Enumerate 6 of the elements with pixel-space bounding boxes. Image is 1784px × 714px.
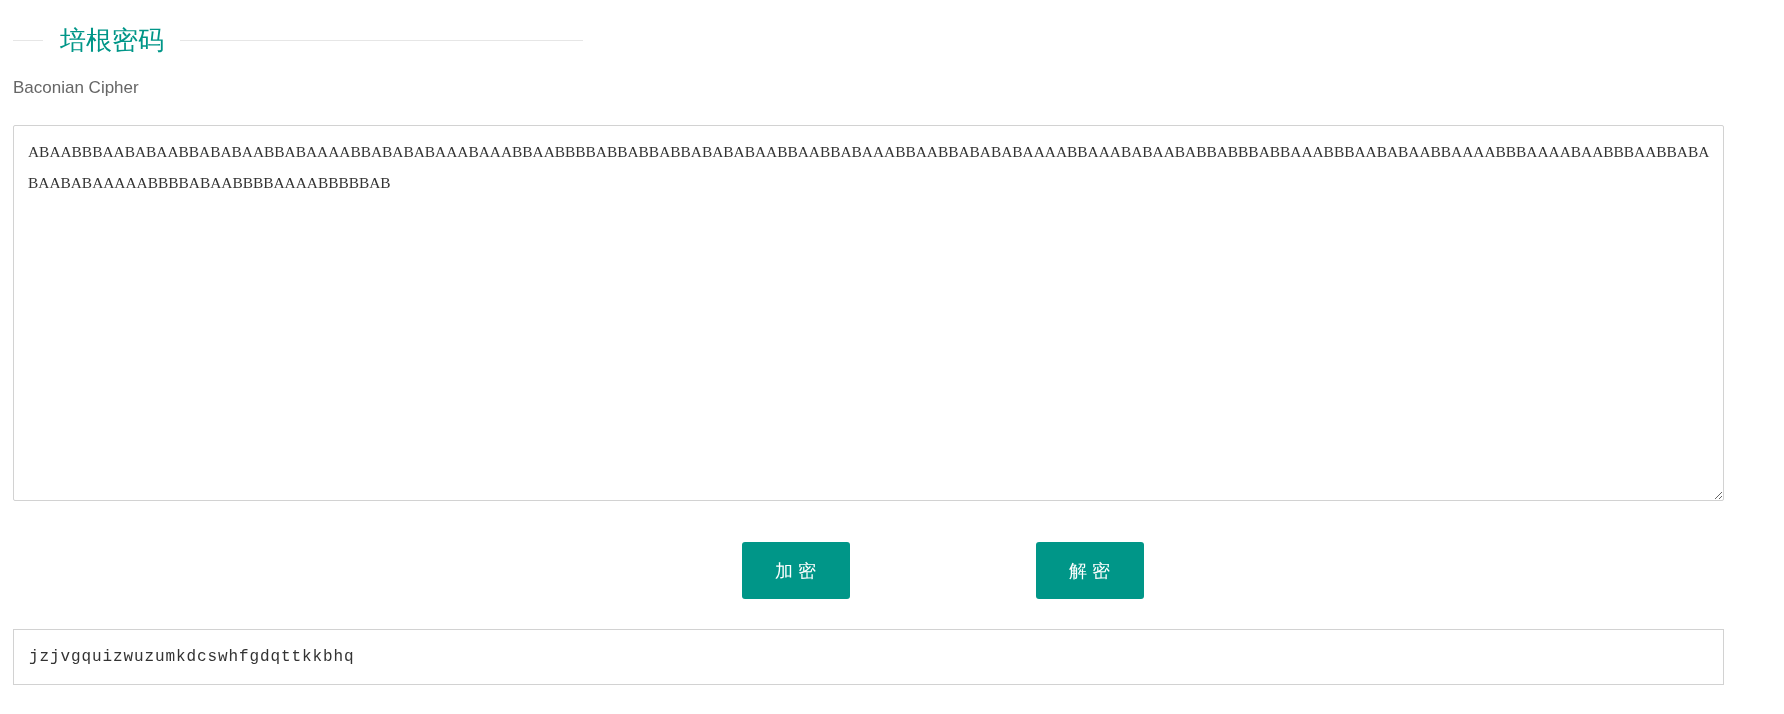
subtitle: Baconian Cipher bbox=[13, 78, 140, 98]
decrypt-button[interactable]: 解 密 bbox=[1035, 542, 1144, 599]
cipher-text-area[interactable]: ABAABBBAABABAABBABABAABBABAAAABBABABABAAABAAABBAABBBBABBABBABBABABABAABBAABBABAAABBAABBABABABAAAABBAAABABAABABBABBBABBAAABBBAABABAABBAAAABBBAAAABAABBBAABBABABAABABAAAAABBBBABAABBBBAAAABBBBBAB bbox=[13, 125, 1724, 501]
encrypt-button[interactable]: 加 密 bbox=[741, 542, 850, 599]
section-title: 培根密码 bbox=[60, 24, 164, 57]
result-field[interactable]: jzjvgquizwuzumkdcswhfgdqttkkbhq bbox=[13, 629, 1724, 685]
